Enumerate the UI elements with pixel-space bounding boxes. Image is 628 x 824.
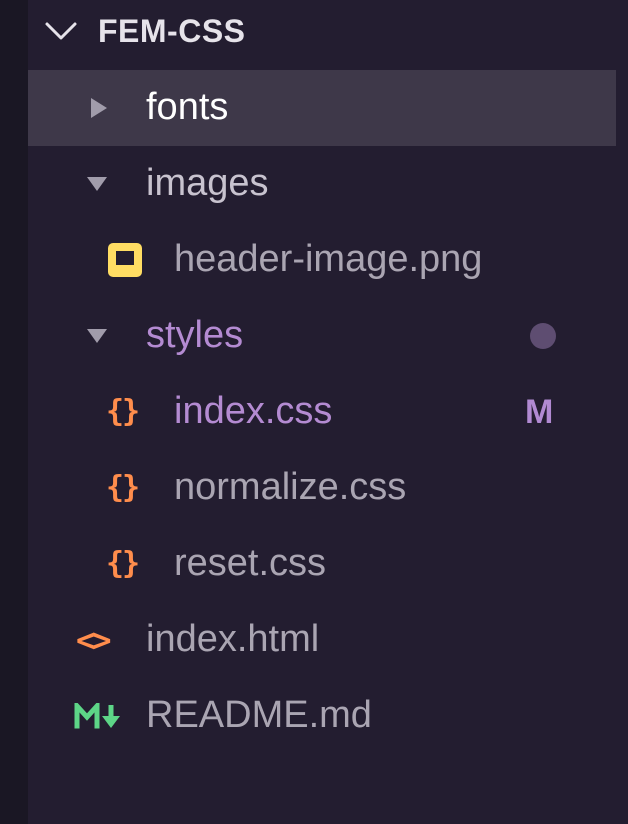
- tree-item-header-image[interactable]: header-image.png: [28, 222, 616, 298]
- triangle-right-icon[interactable]: [90, 97, 108, 119]
- explorer-folder-title: FEM-CSS: [98, 13, 246, 49]
- tree-item-index-html[interactable]: <> index.html: [28, 602, 616, 678]
- tree-item-fonts[interactable]: fonts: [28, 70, 616, 146]
- git-status-badge: M: [525, 393, 554, 431]
- tree-item-styles[interactable]: styles: [28, 298, 616, 374]
- tree-item-label: index.css: [174, 390, 333, 433]
- explorer-panel: FEM-CSS fonts images header-image.png st…: [28, 0, 628, 824]
- tree-item-label: header-image.png: [174, 238, 483, 281]
- explorer-folder-header[interactable]: FEM-CSS: [28, 0, 628, 64]
- curly-braces-icon: {}: [106, 394, 140, 429]
- tree-item-label: reset.css: [174, 542, 327, 585]
- tree-item-label: index.html: [146, 618, 320, 661]
- triangle-down-icon[interactable]: [86, 176, 108, 192]
- modified-dot-badge: [530, 323, 556, 349]
- tree-item-readme-md[interactable]: README.md: [28, 678, 616, 754]
- tree-item-label: styles: [146, 314, 244, 357]
- tree-item-label: fonts: [146, 86, 229, 129]
- curly-braces-icon: {}: [106, 470, 140, 505]
- markdown-icon: [74, 703, 120, 729]
- tree-item-normalize-css[interactable]: {} normalize.css: [28, 450, 616, 526]
- angle-brackets-icon: <>: [76, 621, 111, 659]
- tree-item-label: README.md: [146, 694, 372, 737]
- image-file-icon: [108, 243, 142, 277]
- tree-item-images[interactable]: images: [28, 146, 616, 222]
- curly-braces-icon: {}: [106, 546, 140, 581]
- tree-item-label: normalize.css: [174, 466, 407, 509]
- chevron-down-icon[interactable]: [44, 20, 78, 42]
- tree-item-index-css[interactable]: {} index.css M: [28, 374, 616, 450]
- triangle-down-icon[interactable]: [86, 328, 108, 344]
- tree-item-reset-css[interactable]: {} reset.css: [28, 526, 616, 602]
- activity-bar-edge: [0, 0, 28, 824]
- tree-item-label: images: [146, 162, 269, 205]
